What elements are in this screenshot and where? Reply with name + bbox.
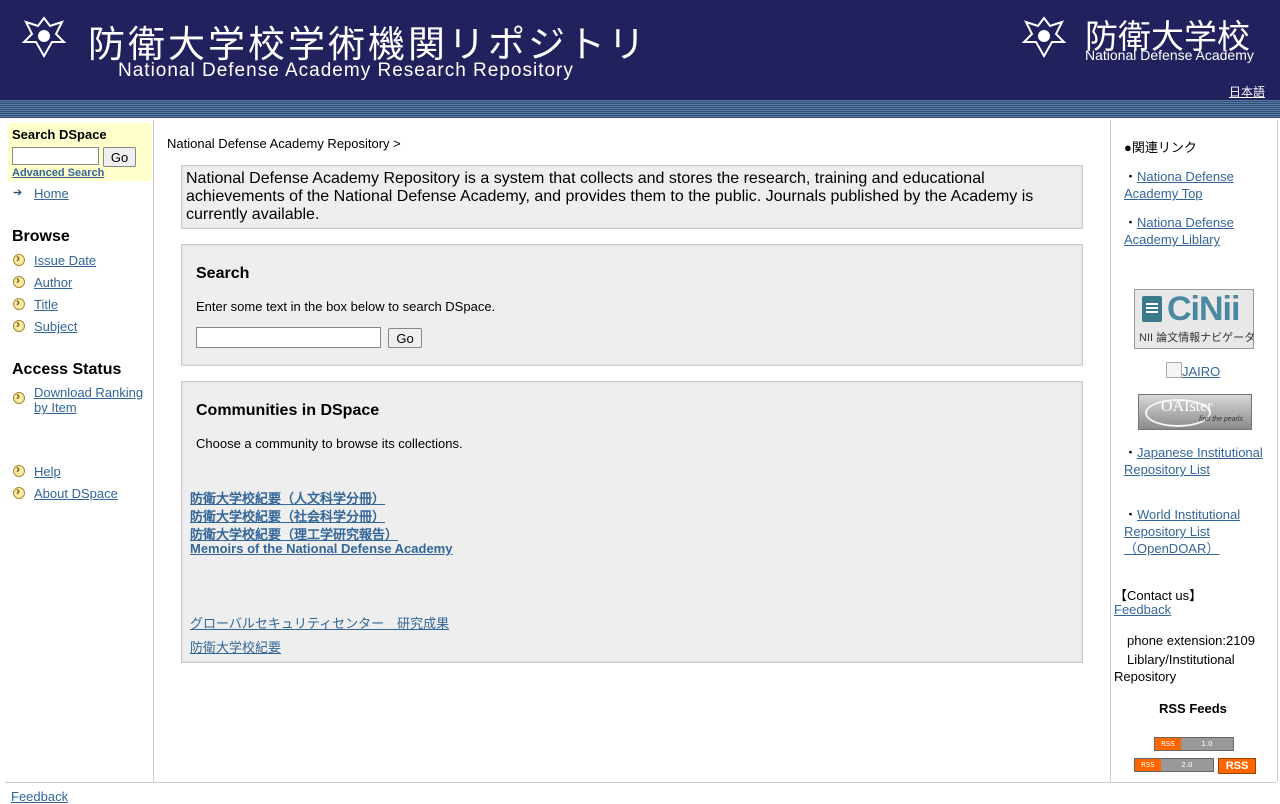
communities-panel: Communities in DSpace Choose a community…	[181, 381, 1083, 663]
sidebar-search-box: Search DSpace Go Advanced Search	[8, 123, 152, 181]
right-sidebar: ●関連リンク ・Nationa Defense Academy Top ・Nat…	[1110, 120, 1278, 782]
circle-arrow-icon	[13, 462, 25, 477]
arrow-right-icon	[13, 186, 25, 199]
community-link[interactable]: Memoirs of the National Defense Academy	[190, 541, 452, 556]
help-link[interactable]: Help	[34, 464, 61, 479]
download-ranking-link[interactable]: Download Ranking by Item	[34, 385, 143, 415]
library-repository-text: Liblary/Institutional Repository	[1114, 652, 1235, 684]
sidebar-search-input[interactable]	[12, 147, 99, 165]
access-status-heading: Access Status	[12, 361, 122, 378]
search-heading: Search	[196, 265, 250, 282]
academy-emblem-icon	[21, 16, 67, 59]
communities-heading: Communities in DSpace	[196, 402, 380, 419]
related-link-item: ・World Institutional Repository List （Op…	[1124, 506, 1274, 557]
header-stripe-divider	[0, 100, 1280, 118]
rss-feed-button[interactable]: RSS	[1218, 758, 1256, 774]
oaister-banner[interactable]: OAIster find the pearls	[1138, 394, 1252, 430]
breadcrumb[interactable]: National Defense Academy Repository >	[167, 136, 401, 151]
rss-2-0-badge[interactable]: RSS 2.0	[1134, 758, 1214, 772]
circle-arrow-icon	[13, 295, 25, 310]
oaister-logo-text: OAIster	[1161, 398, 1213, 415]
community-link[interactable]: 防衛大学校紀要（社会科学分冊）	[190, 506, 385, 525]
bullet: ・	[1124, 169, 1138, 184]
sidebar-search-title: Search DSpace	[12, 127, 107, 142]
intro-text: National Defense Academy Repository is a…	[186, 170, 1034, 223]
nav-item-download-ranking[interactable]: Download Ranking by Item	[13, 385, 143, 415]
cinii-logo-text: CiNii	[1167, 290, 1240, 328]
document-icon	[1142, 296, 1162, 322]
rss-feeds-heading: RSS Feeds	[1159, 701, 1227, 716]
sidebar-search-go-button[interactable]: Go	[103, 147, 136, 167]
rss-1-0-badge[interactable]: RSS 1.0	[1154, 737, 1234, 751]
nav-item-issue-date[interactable]: Issue Date	[13, 251, 96, 268]
jairo-link[interactable]: JAIRO	[1166, 362, 1220, 379]
opendoar-link[interactable]: World Institutional Repository List （Ope…	[1124, 507, 1240, 556]
download-ranking-line2: by Item	[34, 400, 77, 415]
site-header: 防衛大学校学術機関リポジトリ National Defense Academy …	[0, 0, 1280, 100]
nav-item-help[interactable]: Help	[13, 462, 61, 479]
rss-badge-label: RSS	[1135, 759, 1161, 771]
circle-arrow-icon	[13, 251, 25, 266]
nda-library-link[interactable]: Nationa Defense Academy Liblary	[1124, 215, 1234, 247]
browse-title-link[interactable]: Title	[34, 297, 58, 312]
about-dspace-link[interactable]: About DSpace	[34, 486, 118, 501]
communities-instructions: Choose a community to browse its collect…	[196, 436, 463, 451]
academy-emblem-icon	[1021, 16, 1067, 59]
nda-bulletin-link[interactable]: 防衛大学校紀要	[190, 637, 281, 656]
brand-name-en: National Defense Academy	[1085, 47, 1254, 63]
language-link-japanese[interactable]: 日本語	[1229, 83, 1265, 100]
broken-image-icon	[1166, 362, 1182, 378]
related-links-heading: ●関連リンク	[1124, 140, 1197, 155]
download-ranking-line1: Download Ranking	[34, 385, 144, 400]
rss-badge-version: 2.0	[1160, 759, 1213, 771]
phone-extension: phone extension:2109	[1127, 633, 1255, 648]
japanese-ir-list-link[interactable]: Japanese Institutional Repository List	[1124, 445, 1263, 477]
circle-arrow-icon	[13, 273, 25, 288]
bullet: ・	[1124, 215, 1138, 230]
nav-item-title[interactable]: Title	[13, 295, 58, 312]
browse-subject-link[interactable]: Subject	[34, 319, 77, 334]
intro-box: National Defense Academy Repository is a…	[181, 165, 1083, 229]
advanced-search-link[interactable]: Advanced Search	[12, 167, 104, 179]
related-link-item: ・Nationa Defense Academy Liblary	[1124, 214, 1274, 248]
circle-arrow-icon	[13, 389, 25, 404]
rss-badge-version: 1.0	[1180, 738, 1233, 750]
home-link[interactable]: Home	[34, 186, 69, 201]
circle-arrow-icon	[13, 317, 25, 332]
bullet: ・	[1124, 445, 1138, 460]
contact-feedback-link[interactable]: Feedback	[1114, 602, 1171, 617]
nav-item-author[interactable]: Author	[13, 273, 72, 290]
nav-item-home[interactable]: Home	[13, 186, 69, 201]
global-security-center-link[interactable]: グローバルセキュリティセンター 研究成果	[190, 613, 449, 632]
site-title-en: National Defense Academy Research Reposi…	[118, 60, 574, 81]
browse-issue-date-link[interactable]: Issue Date	[34, 253, 96, 268]
community-link[interactable]: 防衛大学校紀要（人文科学分冊）	[190, 488, 385, 507]
search-instructions: Enter some text in the box below to sear…	[196, 299, 496, 314]
browse-author-link[interactable]: Author	[34, 275, 72, 290]
nav-item-about[interactable]: About DSpace	[13, 484, 118, 501]
footer-feedback-link[interactable]: Feedback	[11, 789, 68, 804]
oaister-tagline: find the pearls	[1199, 416, 1243, 423]
footer: Feedback	[5, 782, 1276, 804]
main-search-input[interactable]	[196, 327, 381, 348]
main-search-go-button[interactable]: Go	[388, 328, 422, 348]
jairo-alt-text: JAIRO	[1182, 364, 1221, 379]
rss-badge-label: RSS	[1155, 738, 1181, 750]
related-link-item: ・Japanese Institutional Repository List	[1124, 444, 1274, 478]
nav-item-subject[interactable]: Subject	[13, 317, 77, 334]
search-panel: Search Enter some text in the box below …	[181, 244, 1083, 366]
cinii-banner[interactable]: CiNii NII 論文情報ナビゲータ	[1134, 289, 1256, 349]
cinii-subtitle: NII 論文情報ナビゲータ	[1139, 332, 1256, 344]
bullet: ・	[1124, 507, 1138, 522]
nda-top-link[interactable]: Nationa Defense Academy Top	[1124, 169, 1234, 201]
related-link-item: ・Nationa Defense Academy Top	[1124, 168, 1274, 202]
browse-heading: Browse	[12, 228, 70, 245]
left-sidebar: Search DSpace Go Advanced Search Home Br…	[5, 120, 154, 782]
circle-arrow-icon	[13, 484, 25, 499]
